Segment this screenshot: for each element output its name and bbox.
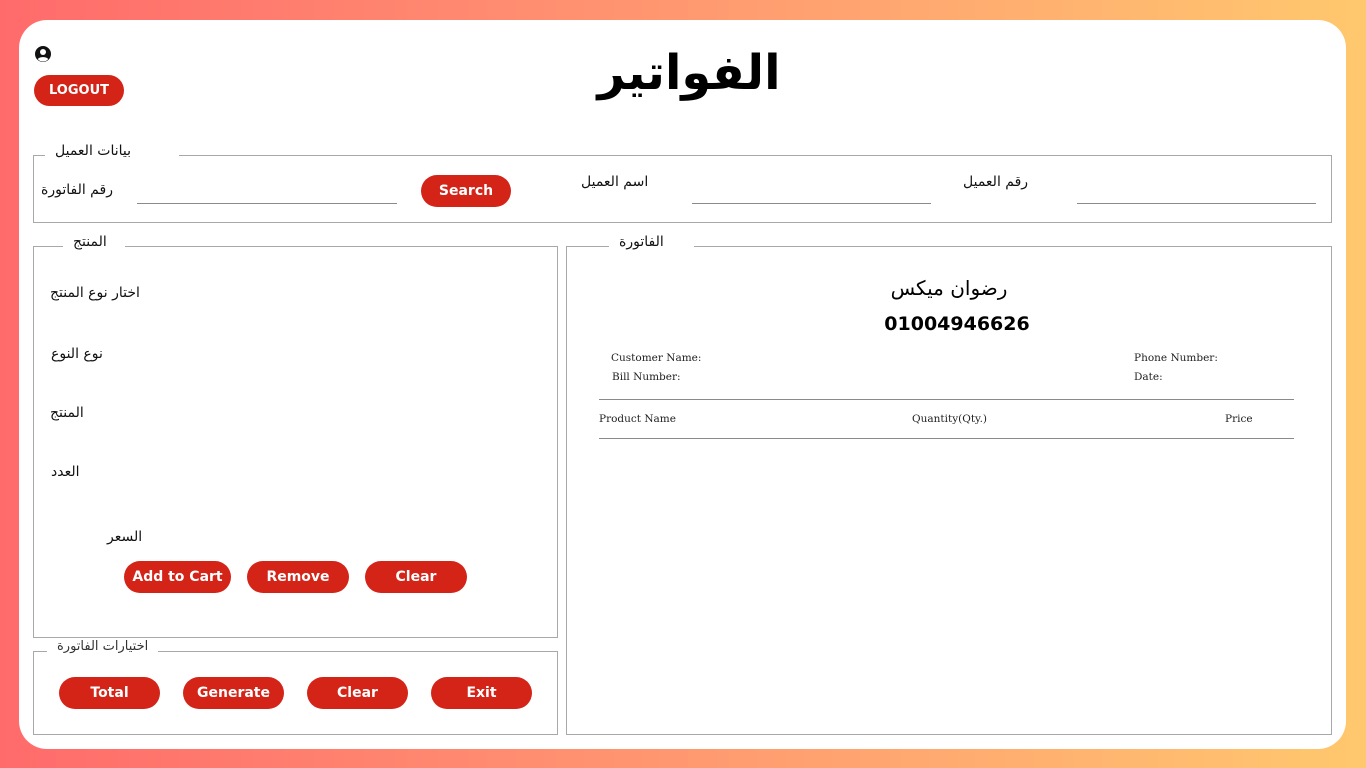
price-label[interactable]: السعر: [107, 529, 142, 545]
exit-button[interactable]: Exit: [431, 677, 532, 709]
customer-section-legend: بيانات العميل: [45, 143, 180, 159]
invoice-column-price: Price: [1225, 413, 1253, 425]
type-label[interactable]: نوع النوع: [51, 346, 103, 362]
invoice-bill-number-label: Bill Number:: [612, 371, 681, 383]
user-circle-icon[interactable]: [34, 45, 52, 63]
bill-number-label: رقم الفاتورة: [41, 182, 113, 198]
search-button[interactable]: Search: [421, 175, 511, 207]
invoice-divider: [599, 399, 1294, 400]
invoice-column-product-name: Product Name: [599, 413, 676, 425]
quantity-label[interactable]: العدد: [51, 464, 80, 480]
total-button[interactable]: Total: [59, 677, 160, 709]
shop-name: رضوان ميكس: [890, 276, 1008, 300]
invoice-column-quantity: Quantity(Qty.): [912, 413, 988, 425]
invoice-customer-name-label: Customer Name:: [611, 352, 702, 364]
add-to-cart-button[interactable]: Add to Cart: [124, 561, 231, 593]
product-section-legend: المنتج: [63, 234, 125, 250]
generate-button[interactable]: Generate: [183, 677, 284, 709]
customer-name-label: اسم العميل: [581, 174, 649, 190]
shop-phone: 01004946626: [884, 313, 1030, 335]
invoice-divider: [599, 438, 1294, 439]
bill-number-field[interactable]: [137, 187, 397, 204]
invoice-legend: الفاتورة: [609, 234, 694, 250]
product-category-label[interactable]: اختار نوع المنتج: [50, 285, 140, 301]
main-card: LOGOUT الفواتير بيانات العميل رقم الفاتو…: [19, 20, 1346, 749]
logout-button[interactable]: LOGOUT: [34, 75, 124, 106]
invoice-date-label: Date:: [1134, 371, 1163, 383]
clear-product-button[interactable]: Clear: [365, 561, 467, 593]
page-title: الفواتير: [597, 45, 781, 101]
bill-options-legend: اختيارات الفاتورة: [47, 639, 159, 654]
customer-name-field[interactable]: [692, 187, 931, 204]
remove-button[interactable]: Remove: [247, 561, 349, 593]
product-label[interactable]: المنتج: [50, 405, 84, 421]
clear-bill-button[interactable]: Clear: [307, 677, 408, 709]
customer-phone-label: رقم العميل: [963, 174, 1029, 190]
customer-phone-field[interactable]: [1077, 187, 1316, 204]
invoice-phone-number-label: Phone Number:: [1134, 352, 1218, 364]
